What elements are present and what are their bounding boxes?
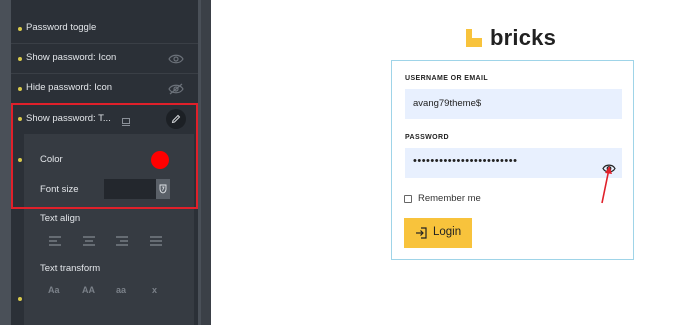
bullet-dot [18, 158, 22, 162]
password-label: PASSWORD [405, 134, 449, 141]
username-value: avang79theme$ [413, 98, 482, 109]
password-toggle-label: Password toggle [26, 22, 97, 33]
show-password-icon-label: Show password: Icon [26, 52, 117, 63]
lowercase-button[interactable]: aa [116, 285, 126, 295]
bullet-dot [18, 57, 22, 61]
control-show-password-icon: Show password: Icon [11, 44, 198, 74]
text-transform-label: Text transform [40, 263, 101, 274]
right-align-icon[interactable] [116, 233, 128, 246]
control-show-password-typography[interactable]: Show password: T... [11, 106, 198, 132]
password-value: •••••••••••••••••••••••• [413, 155, 518, 167]
text-align-label: Text align [40, 213, 81, 224]
color-swatch[interactable] [151, 151, 169, 169]
eye-icon[interactable] [168, 53, 184, 65]
eye-off-icon[interactable] [168, 83, 184, 95]
unit-button[interactable] [156, 179, 170, 199]
bullet-dot [18, 27, 22, 31]
sign-in-icon [416, 227, 427, 239]
annotation-arrow [601, 166, 612, 204]
color-label: Color [40, 154, 63, 165]
center-align-icon[interactable] [83, 233, 95, 246]
hide-password-icon-label: Hide password: Icon [26, 82, 113, 93]
font-size-label: Font size [40, 184, 79, 195]
font-size-input[interactable] [104, 179, 156, 199]
none-transform-button[interactable]: x [152, 285, 157, 295]
justify-align-icon[interactable] [150, 233, 162, 246]
bullet-dot [18, 117, 22, 121]
uppercase-button[interactable]: AA [82, 285, 95, 295]
login-form: USERNAME OR EMAIL avang79theme$ PASSWORD… [391, 60, 634, 260]
show-password-typography-label: Show password: T... [26, 113, 111, 124]
panel-scrollbar[interactable] [201, 0, 211, 325]
responsive-icon [121, 114, 131, 126]
control-password-toggle: Password toggle [11, 14, 198, 44]
login-button[interactable]: Login [404, 218, 472, 248]
shield-icon [159, 184, 167, 194]
remember-label: Remember me [418, 193, 481, 204]
edit-button[interactable] [166, 109, 186, 129]
pencil-icon [171, 114, 181, 124]
editor-panel: Password toggle Show password: Icon Hide… [0, 0, 211, 325]
bricks-logo-icon [466, 29, 482, 47]
username-label: USERNAME OR EMAIL [405, 75, 489, 82]
login-button-label: Login [433, 226, 462, 238]
username-input[interactable]: avang79theme$ [405, 89, 622, 119]
remember-checkbox[interactable] [404, 195, 412, 203]
bullet-dot [18, 87, 22, 91]
bullet-dot [18, 297, 22, 301]
left-align-icon[interactable] [49, 233, 61, 246]
logo-text: bricks [490, 25, 557, 50]
password-input[interactable]: •••••••••••••••••••••••• [405, 148, 622, 178]
app-root: Password toggle Show password: Icon Hide… [0, 0, 690, 325]
control-hide-password-icon: Hide password: Icon [11, 74, 198, 104]
capitalize-button[interactable]: Aa [48, 285, 60, 295]
